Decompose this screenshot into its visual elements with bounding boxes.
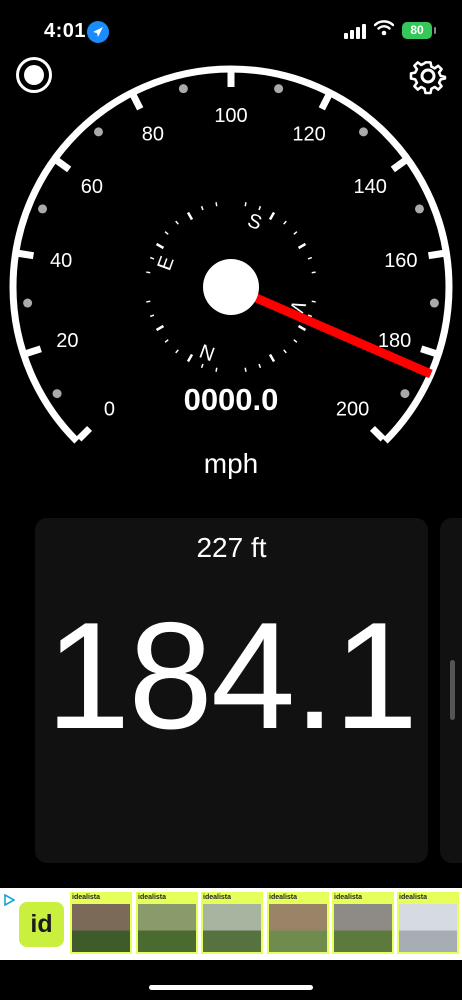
- ad-thumbnail-brand: idealista: [72, 894, 101, 901]
- minor-tick: [52, 389, 62, 399]
- major-tick: [130, 93, 144, 111]
- major-tick: [55, 157, 72, 173]
- compass-tick: [258, 205, 262, 211]
- tick-label: 40: [50, 250, 72, 272]
- location-arrow-icon: [87, 21, 109, 43]
- major-tick: [76, 425, 93, 442]
- property-photo: [269, 904, 327, 952]
- compass-tick: [200, 205, 204, 211]
- tick-label: 200: [336, 399, 369, 421]
- tick-label: 20: [56, 330, 78, 352]
- compass-tick: [186, 353, 194, 363]
- compass-tick: [268, 211, 276, 221]
- tick-label: 0: [104, 399, 115, 421]
- minor-tick: [400, 389, 410, 399]
- property-photo: [399, 904, 457, 952]
- compass-tick: [268, 353, 276, 363]
- adchoices-icon[interactable]: [3, 894, 15, 906]
- property-photo: [334, 904, 392, 952]
- ad-thumbnail[interactable]: idealista: [267, 892, 329, 954]
- speedometer-gauge: 020406080100120140160180200 SWNE: [9, 65, 453, 444]
- ad-thumbnail-brand: idealista: [203, 894, 232, 901]
- minor-tick: [414, 204, 424, 214]
- compass-tick: [307, 256, 313, 260]
- compass-tick: [164, 231, 169, 235]
- minor-tick: [274, 84, 284, 94]
- minor-tick: [23, 298, 33, 308]
- compass-tick: [175, 349, 179, 354]
- compass-tick: [258, 363, 262, 369]
- compass-tick: [175, 220, 179, 225]
- ad-thumbnail[interactable]: idealista: [201, 892, 263, 954]
- compass-tick: [311, 300, 316, 303]
- major-tick: [420, 345, 437, 357]
- compass-tick: [215, 202, 218, 207]
- compass-tick: [164, 339, 169, 343]
- needle-hub: [203, 259, 259, 315]
- ad-thumbnail[interactable]: idealista: [332, 892, 394, 954]
- minor-tick: [358, 127, 368, 137]
- ad-thumbnail[interactable]: idealista: [397, 892, 459, 954]
- compass-tick: [311, 271, 316, 274]
- minor-tick: [178, 84, 188, 94]
- status-time: 4:01: [44, 20, 87, 42]
- compass-tick: [186, 211, 194, 221]
- ad-thumbnail-brand: idealista: [334, 894, 363, 901]
- major-tick: [390, 157, 407, 173]
- speed-readout: 184.1: [45, 591, 418, 761]
- compass-tick: [149, 256, 155, 260]
- cellular-signal-icon: [344, 23, 366, 39]
- battery-charging-icon: 80: [402, 22, 436, 39]
- altitude-readout: 227 ft: [196, 532, 267, 563]
- speed-unit-label[interactable]: mph: [130, 448, 332, 480]
- tick-label: 100: [214, 105, 247, 127]
- compass-letter-e: E: [154, 253, 179, 273]
- major-tick: [318, 93, 332, 111]
- compass-tick: [200, 363, 204, 369]
- ad-logo[interactable]: id: [19, 902, 64, 947]
- ad-thumbnail[interactable]: idealista: [70, 892, 132, 954]
- tick-label: 140: [353, 176, 386, 198]
- odometer: 0000.0: [183, 382, 279, 417]
- compass-letter-n: N: [197, 339, 218, 365]
- ad-thumbnail-brand: idealista: [138, 894, 167, 901]
- tick-label: 160: [384, 250, 417, 272]
- minor-tick: [429, 298, 439, 308]
- property-photo: [138, 904, 196, 952]
- property-photo: [203, 904, 261, 952]
- minor-tick: [38, 204, 48, 214]
- compass-tick: [293, 339, 298, 343]
- status-indicators: 80: [344, 20, 436, 41]
- compass-tick: [149, 314, 155, 318]
- ad-thumbnail[interactable]: idealista: [136, 892, 198, 954]
- compass-tick: [297, 242, 307, 250]
- wifi-icon: [373, 20, 395, 41]
- compass-tick: [215, 367, 218, 372]
- compass-tick: [297, 324, 307, 332]
- ad-thumbnail-brand: idealista: [399, 894, 428, 901]
- compass-letter-s: S: [245, 210, 265, 235]
- major-tick: [369, 425, 386, 442]
- ad-thumbnail-brand: idealista: [269, 894, 298, 901]
- compass-tick: [244, 367, 247, 372]
- major-tick: [427, 249, 444, 260]
- compass-tick: [155, 324, 165, 332]
- compass-tick: [244, 202, 247, 207]
- minor-tick: [94, 127, 104, 137]
- tick-label: 80: [142, 124, 164, 146]
- compass-tick: [283, 220, 287, 225]
- major-tick: [18, 249, 35, 260]
- property-photo: [72, 904, 130, 952]
- compass-tick: [155, 242, 165, 250]
- compass-tick: [283, 349, 287, 354]
- compass-tick: [293, 231, 298, 235]
- compass-tick: [146, 271, 151, 274]
- home-indicator[interactable]: [149, 985, 313, 990]
- major-tick: [25, 345, 42, 357]
- compass-tick: [146, 300, 151, 303]
- tick-label: 120: [292, 124, 325, 146]
- scroll-handle[interactable]: [450, 660, 455, 720]
- status-bar: 4:01 80: [0, 0, 462, 60]
- tick-label: 60: [81, 176, 103, 198]
